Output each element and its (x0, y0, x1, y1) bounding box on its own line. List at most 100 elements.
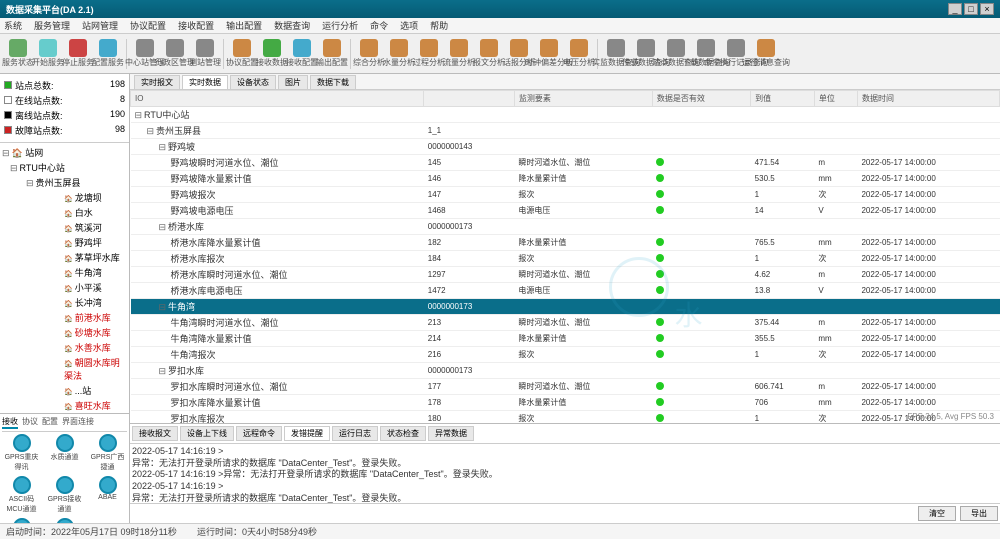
toolbar-button[interactable]: 输出配置 (318, 36, 346, 72)
tree-leaf[interactable]: 茅草坪水库 (50, 250, 127, 265)
tree-leaf[interactable]: 砂塘水库 (50, 325, 127, 340)
tree-leaf[interactable]: 筑溪河 (50, 220, 127, 235)
table-row[interactable]: 罗扣水库0000000173 (131, 363, 1000, 379)
log-tab[interactable]: 接收报文 (132, 426, 178, 441)
table-row[interactable]: RTU中心站 (131, 107, 1000, 123)
toolbar-button[interactable]: 协议配置 (228, 36, 256, 72)
column-header[interactable]: 监测要素 (514, 91, 652, 107)
export-button[interactable]: 导出 (960, 506, 998, 521)
protocol-item[interactable]: GPRS广西捷通 (88, 434, 127, 472)
table-row[interactable]: 罗扣水库降水量累计值178降水量累计值706mm2022-05-17 14:00… (131, 395, 1000, 411)
toolbar-button[interactable]: 电压分析 (565, 36, 593, 72)
tree-branch[interactable]: RTU中心站 (10, 160, 127, 175)
log-tab[interactable]: 发错提醒 (284, 426, 330, 441)
table-row[interactable]: 牛角湾报次216报次1次2022-05-17 14:00:00 (131, 347, 1000, 363)
tree-leaf[interactable]: 前港水库 (50, 310, 127, 325)
close-button[interactable]: × (980, 3, 994, 15)
table-row[interactable]: 牛角湾瞬时河道水位、潮位213瞬时河道水位、潮位375.44m2022-05-1… (131, 315, 1000, 331)
data-tab[interactable]: 设备状态 (230, 75, 276, 89)
tree-leaf[interactable]: 龙塘坝 (50, 190, 127, 205)
table-row[interactable]: 贵州玉屏县1_1 (131, 123, 1000, 139)
column-header[interactable]: 数据时间 (857, 91, 999, 107)
maximize-button[interactable]: □ (964, 3, 978, 15)
menu-item[interactable]: 协议配置 (130, 19, 166, 32)
protocol-tab[interactable]: 接收 (2, 416, 18, 429)
menu-item[interactable]: 输出配置 (226, 19, 262, 32)
toolbar-button[interactable]: 运行消息查询 (752, 36, 780, 72)
tree-leaf[interactable]: 喜旺水库 (50, 398, 127, 413)
protocol-item[interactable]: ASCII码MCU通道 (2, 476, 41, 514)
table-row[interactable]: 牛角湾降水量累计值214降水量累计值355.5mm2022-05-17 14:0… (131, 331, 1000, 347)
tree-leaf[interactable]: 野鸡坪 (50, 235, 127, 250)
data-tabs[interactable]: 实时报文实时数据设备状态图片数据下载 (130, 74, 1000, 90)
toolbar-button[interactable]: 服务状态 (4, 36, 32, 72)
toolbar-button[interactable]: 接收数据 (258, 36, 286, 72)
table-row[interactable]: 桥港水库0000000173 (131, 219, 1000, 235)
table-row[interactable]: 桥港水库电源电压1472电源电压13.8V2022-05-17 14:00:00 (131, 283, 1000, 299)
table-row[interactable]: 野鸡坡降水量累计值146降水量累计值530.5mm2022-05-17 14:0… (131, 171, 1000, 187)
station-tree[interactable]: 🏠 站网RTU中心站贵州玉屏县龙塘坝白水筑溪河野鸡坪茅草坪水库牛角湾小平溪长冲湾… (0, 143, 129, 413)
tree-branch[interactable]: 贵州玉屏县 (26, 175, 127, 190)
menu-item[interactable]: 帮助 (430, 19, 448, 32)
table-row[interactable]: 野鸡坡电源电压1468电源电压14V2022-05-17 14:00:00 (131, 203, 1000, 219)
log-body[interactable]: 2022-05-17 14:16:19 >异常：无法打开登录所请求的数据库 "D… (130, 444, 1000, 503)
protocol-item[interactable]: 水质通道 (45, 434, 84, 472)
toolbar-button[interactable]: 开始服务 (34, 36, 62, 72)
log-tabs[interactable]: 接收报文设备上下线远程命令发错提醒运行日志状态检查异常数据 (130, 424, 1000, 444)
toolbar-button[interactable]: 停止服务 (64, 36, 92, 72)
log-tab[interactable]: 远程命令 (236, 426, 282, 441)
table-row[interactable]: 桥港水库瞬时河道水位、潮位1297瞬时河道水位、潮位4.62m2022-05-1… (131, 267, 1000, 283)
menu-item[interactable]: 系统 (4, 19, 22, 32)
menu-item[interactable]: 运行分析 (322, 19, 358, 32)
protocol-item[interactable]: ABAE (88, 476, 127, 514)
menu-item[interactable]: 接收配置 (178, 19, 214, 32)
menu-item[interactable]: 选项 (400, 19, 418, 32)
toolbar-button[interactable]: 流量分析 (445, 36, 473, 72)
table-row[interactable]: 野鸡坡瞬时河道水位、潮位145瞬时河道水位、潮位471.54m2022-05-1… (131, 155, 1000, 171)
tree-leaf[interactable]: 长冲湾 (50, 295, 127, 310)
menu-item[interactable]: 站网管理 (82, 19, 118, 32)
protocol-tab[interactable]: 协议 (22, 416, 38, 429)
tree-leaf[interactable]: 牛角湾 (50, 265, 127, 280)
protocol-tab[interactable]: 配置 (42, 416, 58, 429)
toolbar-button[interactable]: 时钟偏差分析 (535, 36, 563, 72)
toolbar-button[interactable]: 测站管理 (191, 36, 219, 72)
data-grid[interactable]: IO 监测要素数据是否有效到值单位数据时间 RTU中心站贵州玉屏县1_1野鸡坡00… (130, 90, 1000, 423)
table-row[interactable]: 牛角湾0000000173 (131, 299, 1000, 315)
toolbar-button[interactable]: 接收配置 (288, 36, 316, 72)
protocol-item[interactable]: GPRS重庆得讯 (2, 434, 41, 472)
table-row[interactable]: 桥港水库降水量累计值182降水量累计值765.5mm2022-05-17 14:… (131, 235, 1000, 251)
tree-root[interactable]: 🏠 站网 (2, 145, 127, 160)
tree-leaf[interactable]: 小平溪 (50, 280, 127, 295)
table-row[interactable]: 野鸡坡0000000143 (131, 139, 1000, 155)
toolbar-button[interactable]: 水量分析 (385, 36, 413, 72)
log-tab[interactable]: 设备上下线 (180, 426, 234, 441)
column-header[interactable] (424, 91, 515, 107)
tree-leaf[interactable]: 水善水库 (50, 340, 127, 355)
column-header[interactable]: 单位 (814, 91, 857, 107)
tree-leaf[interactable]: ...站 (50, 383, 127, 398)
table-row[interactable]: 桥港水库报次184报次1次2022-05-17 14:00:00 (131, 251, 1000, 267)
toolbar-button[interactable]: 过程分析 (415, 36, 443, 72)
protocol-tab[interactable]: 界面连接 (62, 416, 94, 429)
protocol-tabs[interactable]: 接收协议配置界面连接 (2, 416, 127, 432)
data-tab[interactable]: 数据下载 (310, 75, 356, 89)
toolbar-button[interactable]: 综合分析 (355, 36, 383, 72)
data-tab[interactable]: 图片 (278, 75, 308, 89)
menu-item[interactable]: 命令 (370, 19, 388, 32)
toolbar-button[interactable]: 报文分析 (475, 36, 503, 72)
table-row[interactable]: 罗扣水库报次180报次1次2022-05-17 14:00:00 (131, 411, 1000, 424)
column-header[interactable]: 到值 (751, 91, 815, 107)
menu-item[interactable]: 服务管理 (34, 19, 70, 32)
protocol-item[interactable]: GPRS接收通道 (45, 476, 84, 514)
tree-leaf[interactable]: 朝圆水库明渠法 (50, 355, 127, 383)
column-header[interactable]: 数据是否有效 (652, 91, 750, 107)
column-header[interactable]: IO (131, 91, 424, 107)
minimize-button[interactable]: _ (948, 3, 962, 15)
data-tab[interactable]: 实时报文 (134, 75, 180, 89)
log-tab[interactable]: 运行日志 (332, 426, 378, 441)
toolbar-button[interactable]: 配置服务 (94, 36, 122, 72)
menu-item[interactable]: 数据查询 (274, 19, 310, 32)
tree-leaf[interactable]: 白水 (50, 205, 127, 220)
log-tab[interactable]: 异常数据 (428, 426, 474, 441)
